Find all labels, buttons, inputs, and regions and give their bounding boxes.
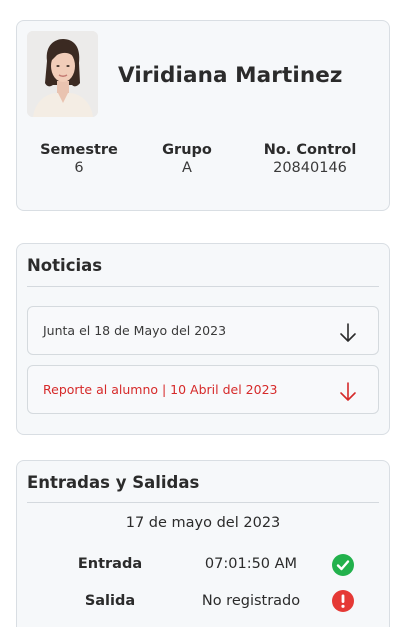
entry-time: 07:01:50 AM bbox=[204, 556, 298, 572]
attendance-title: Entradas y Salidas bbox=[27, 473, 200, 492]
news-item[interactable]: Junta el 18 de Mayo del 2023 bbox=[27, 306, 379, 355]
news-item[interactable]: Reporte al alumno | 10 Abril del 2023 bbox=[27, 365, 379, 414]
stat-semestre-value: 6 bbox=[74, 160, 84, 176]
stat-semestre-label: Semestre bbox=[40, 142, 118, 158]
arrow-down-icon bbox=[340, 382, 356, 401]
news-card: Noticias Junta el 18 de Mayo del 2023 Re… bbox=[16, 243, 390, 435]
stat-control-label: No. Control bbox=[263, 142, 357, 158]
attendance-divider bbox=[27, 502, 379, 503]
exit-time: No registrado bbox=[201, 593, 301, 609]
attendance-card: Entradas y Salidas 17 de mayo del 2023 E… bbox=[16, 460, 390, 627]
news-title: Noticias bbox=[27, 256, 103, 275]
news-item-text: Reporte al alumno | 10 Abril del 2023 bbox=[43, 382, 278, 397]
stat-control-number: No. Control 20840146 bbox=[254, 142, 366, 176]
news-item-text: Junta el 18 de Mayo del 2023 bbox=[43, 323, 227, 338]
student-photo-illustration bbox=[27, 31, 98, 117]
student-photo bbox=[27, 31, 98, 117]
stat-grupo: Grupo A bbox=[152, 142, 222, 176]
entry-label: Entrada bbox=[77, 556, 143, 572]
student-profile-card: Viridiana Martinez Semestre 6 Grupo A No… bbox=[16, 20, 390, 211]
exit-label: Salida bbox=[84, 593, 136, 609]
stat-grupo-label: Grupo bbox=[162, 142, 212, 158]
news-divider bbox=[27, 286, 379, 287]
exclamation-circle-icon bbox=[332, 590, 354, 612]
stat-control-value: 20840146 bbox=[273, 160, 347, 176]
arrow-down-icon bbox=[340, 323, 356, 342]
student-name: Viridiana Martinez bbox=[118, 63, 343, 88]
attendance-date: 17 de mayo del 2023 bbox=[125, 515, 281, 531]
stat-semestre: Semestre 6 bbox=[37, 142, 121, 176]
stat-grupo-value: A bbox=[182, 160, 192, 176]
check-circle-icon bbox=[332, 554, 354, 576]
